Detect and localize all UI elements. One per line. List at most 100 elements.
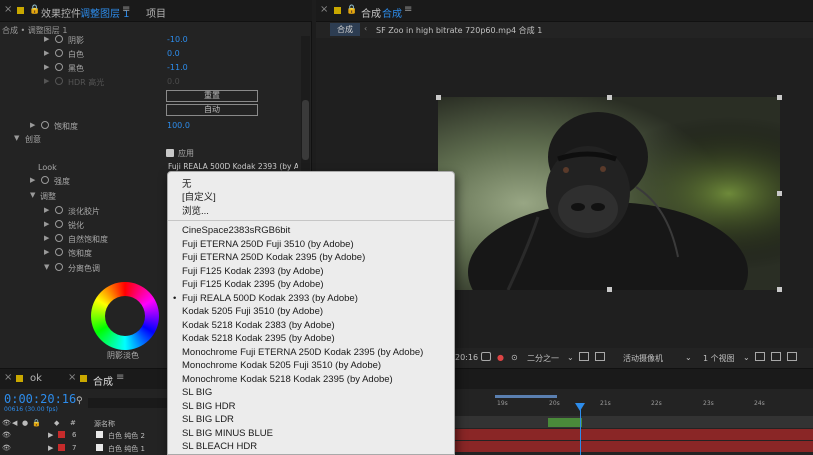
chevron-down-icon[interactable]: ⌄ [567, 353, 574, 362]
solo-icon[interactable]: ● [22, 419, 28, 427]
time-ruler[interactable]: 19s 20s 21s 22s 23s 24s [455, 398, 813, 412]
expand-arrow-icon[interactable]: ▶ [44, 206, 49, 214]
tab-timeline-composition[interactable]: 合成 [93, 373, 113, 388]
label-icon[interactable]: ◆ [54, 419, 59, 427]
stopwatch-icon[interactable] [55, 248, 63, 256]
eye-icon[interactable]: 👁 [2, 419, 11, 427]
param-row-sharpen[interactable]: ▶ 锐化 [0, 220, 160, 234]
close-icon[interactable]: × [320, 4, 328, 15]
transform-handle[interactable] [777, 95, 782, 100]
transform-handle[interactable] [607, 287, 612, 292]
views-select[interactable]: 1 个视图 [703, 353, 735, 364]
menu-item-lut[interactable]: SL BIG LDR [182, 414, 234, 427]
composition-chip[interactable]: 合成 [330, 23, 360, 36]
stopwatch-icon[interactable] [55, 220, 63, 228]
param-row-faded-film[interactable]: ▶ 淡化胶片 [0, 206, 160, 220]
menu-item-lut[interactable]: Fuji ETERNA 250D Kodak 2395 (by Adobe) [182, 252, 365, 265]
camera-icon[interactable] [481, 352, 491, 361]
fast-preview-icon[interactable] [787, 352, 797, 361]
menu-item-lut[interactable]: Monochrome Kodak 5218 Kodak 2395 (by Ado… [182, 374, 393, 387]
panel-menu-icon[interactable]: ≡ [404, 4, 412, 15]
resolution-select[interactable]: 二分之一 [527, 353, 559, 364]
param-value[interactable]: -11.0 [167, 63, 188, 72]
current-time-indicator[interactable] [580, 404, 581, 455]
stopwatch-icon[interactable] [55, 234, 63, 242]
menu-item-lut[interactable]: Kodak 5218 Kodak 2395 (by Adobe) [182, 333, 335, 346]
layer-track-adjustment[interactable] [455, 416, 813, 428]
param-value[interactable]: 100.0 [167, 121, 190, 130]
tab-composition-label[interactable]: 合成 [361, 5, 381, 20]
menu-item-lut[interactable]: Fuji F125 Kodak 2395 (by Adobe) [182, 279, 324, 292]
lock-icon[interactable]: 🔒 [346, 5, 357, 15]
chevron-down-icon[interactable]: ⌄ [685, 353, 692, 362]
region-of-interest-icon[interactable] [579, 352, 589, 361]
section-creative[interactable]: ▼ 创意 [0, 134, 300, 148]
collapse-arrow-icon[interactable]: ▼ [44, 263, 49, 271]
stopwatch-icon[interactable] [55, 263, 63, 271]
scrollbar-thumb[interactable] [302, 100, 309, 160]
eye-icon[interactable]: 👁 [2, 431, 11, 439]
3d-view-icon[interactable] [771, 352, 781, 361]
composition-breadcrumb[interactable]: SF Zoo in high bitrate 720p60.mp4 合成 1 [376, 25, 542, 36]
auto-button[interactable]: 自动 [166, 104, 258, 116]
menu-item-lut[interactable]: Fuji F125 Kodak 2393 (by Adobe) [182, 266, 324, 279]
menu-item-custom[interactable]: [自定义] [182, 189, 216, 203]
param-row-saturation[interactable]: ▶ 饱和度 100.0 [0, 121, 300, 135]
param-row-shadows[interactable]: ▶ 阴影 -10.0 [0, 35, 300, 49]
panel-menu-icon[interactable]: ≡ [122, 4, 130, 15]
expand-arrow-icon[interactable]: ▶ [30, 176, 35, 184]
transform-handle[interactable] [777, 287, 782, 292]
layer-bar-green[interactable] [548, 418, 582, 427]
transform-handle[interactable] [436, 95, 441, 100]
menu-item-lut[interactable]: Kodak 5218 Kodak 2383 (by Adobe) [182, 320, 335, 333]
expand-arrow-icon[interactable]: ▶ [44, 220, 49, 228]
exposure-icon[interactable]: ⊙ [511, 353, 518, 362]
lock-icon[interactable]: 🔒 [32, 419, 41, 427]
playhead-icon[interactable] [575, 403, 585, 411]
menu-item-browse[interactable]: 浏览... [182, 203, 209, 217]
expand-arrow-icon[interactable]: ▶ [44, 63, 49, 71]
expand-arrow-icon[interactable]: ▶ [48, 444, 53, 452]
collapse-arrow-icon[interactable]: ▼ [30, 191, 35, 199]
timeline-timecode[interactable]: 0:00:20:16 [4, 392, 76, 406]
menu-item-lut[interactable]: Kodak 5205 Fuji 3510 (by Adobe) [182, 306, 323, 319]
close-icon[interactable]: × [4, 4, 12, 15]
transparency-grid-icon[interactable] [595, 352, 605, 361]
reset-button[interactable]: 重置 [166, 90, 258, 102]
layer-label-color[interactable] [58, 444, 65, 451]
layer-track-solid-1[interactable] [455, 441, 813, 452]
menu-item-lut[interactable]: SL BIG HDR [182, 401, 236, 414]
stopwatch-icon[interactable] [55, 63, 63, 71]
param-row-split-toning[interactable]: ▼ 分离色调 [0, 263, 160, 277]
stopwatch-icon[interactable] [41, 121, 49, 129]
tab-effect-controls[interactable]: 效果控件 [41, 5, 81, 20]
chevron-left-icon[interactable]: ‹ [364, 24, 367, 33]
stopwatch-icon[interactable] [55, 206, 63, 214]
panel-menu-icon[interactable]: ≡ [116, 372, 124, 383]
apply-checkbox[interactable] [166, 149, 174, 157]
layer-name[interactable]: 白色 纯色 2 [108, 431, 145, 441]
menu-item-lut[interactable]: CineSpace2383sRGB6bit [182, 225, 290, 238]
camera-select[interactable]: 活动摄像机 [623, 353, 663, 364]
menu-item-lut[interactable]: SL BIG MINUS BLUE [182, 428, 273, 441]
layout-icon[interactable] [755, 352, 765, 361]
transform-handle[interactable] [607, 95, 612, 100]
transform-handle[interactable] [777, 191, 782, 196]
stopwatch-icon[interactable] [55, 49, 63, 57]
tab-composition-active[interactable]: 合成 [382, 5, 402, 20]
video-frame-gorilla[interactable] [438, 97, 780, 290]
search-icon[interactable]: ⚲ [76, 396, 83, 406]
param-value[interactable]: -10.0 [167, 35, 188, 44]
param-row-whites[interactable]: ▶ 白色 0.0 [0, 49, 300, 63]
param-row-blacks[interactable]: ▶ 黑色 -11.0 [0, 63, 300, 77]
menu-item-lut[interactable]: Monochrome Kodak 5205 Fuji 3510 (by Adob… [182, 360, 381, 373]
expand-arrow-icon[interactable]: ▶ [44, 49, 49, 57]
menu-item-lut[interactable]: SL BLEACH HDR [182, 441, 257, 454]
chevron-down-icon[interactable]: ⌄ [743, 353, 750, 362]
expand-arrow-icon[interactable]: ▶ [30, 121, 35, 129]
param-value[interactable]: 0.0 [167, 49, 180, 58]
expand-arrow-icon[interactable]: ▶ [44, 248, 49, 256]
close-icon[interactable]: × [4, 372, 12, 383]
menu-item-lut[interactable]: Fuji ETERNA 250D Fuji 3510 (by Adobe) [182, 239, 354, 252]
menu-item-lut[interactable]: Monochrome Fuji ETERNA 250D Kodak 2395 (… [182, 347, 423, 360]
